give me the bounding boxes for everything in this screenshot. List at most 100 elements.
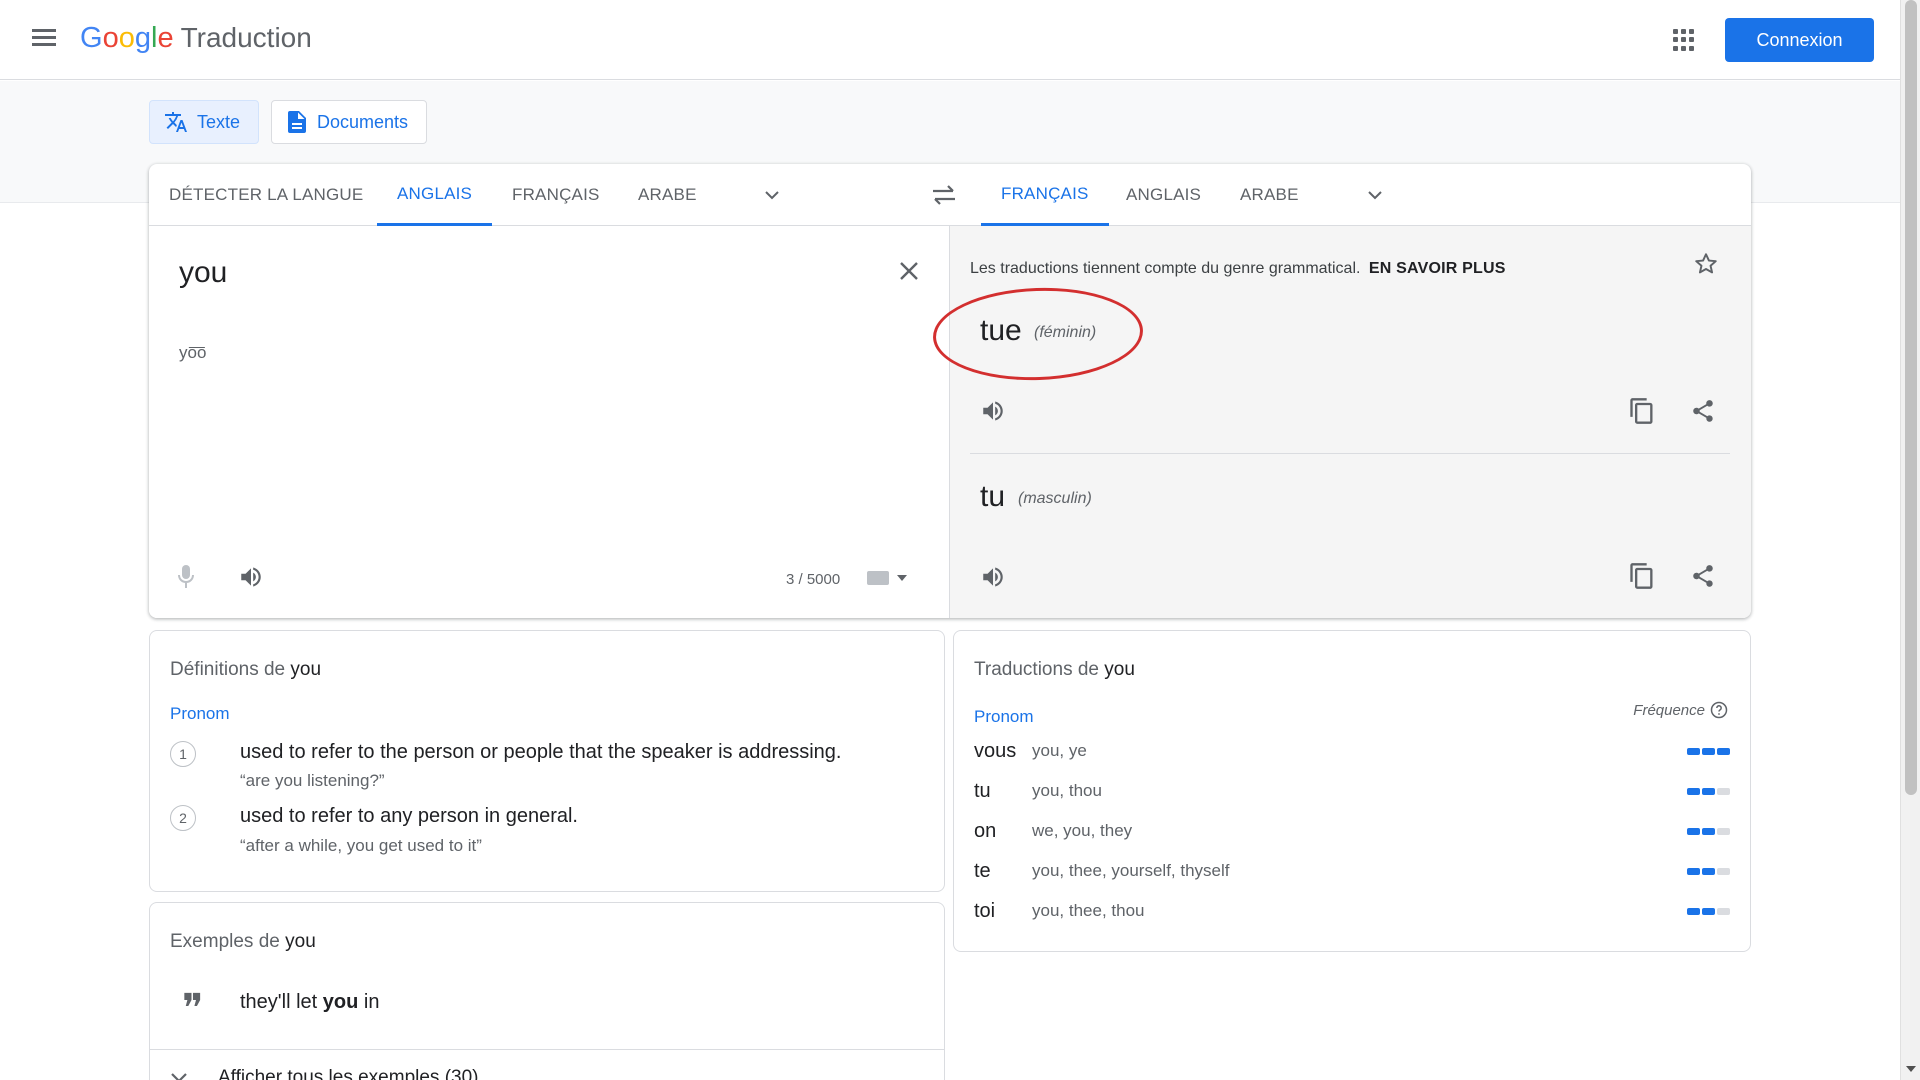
tab-documents-label: Documents xyxy=(317,111,409,132)
translation-row-word[interactable]: vous xyxy=(974,740,1032,763)
translation-divider xyxy=(970,453,1730,454)
google-translate-logo[interactable]: Google Traduction xyxy=(80,22,312,55)
source-lang-english[interactable]: ANGLAIS xyxy=(377,164,493,226)
logo-letter: o xyxy=(102,22,119,54)
scrollbar-thumb[interactable] xyxy=(1905,0,1917,795)
gender-note: Les traductions tiennent compte du genre… xyxy=(970,260,1506,278)
show-all-label: Afficher tous les exemples (30) xyxy=(218,1067,479,1080)
clear-source-icon[interactable] xyxy=(896,258,922,284)
logo-letter: o xyxy=(118,22,135,54)
save-translation-star-icon[interactable] xyxy=(1693,251,1719,277)
translations-pos: Pronom xyxy=(974,707,1034,726)
scroll-down-arrow-icon[interactable] xyxy=(1906,1066,1916,1072)
definition-example: “after a while, you get used to it” xyxy=(240,836,482,855)
target-lang-english[interactable]: ANGLAIS xyxy=(1126,164,1201,226)
microphone-icon[interactable] xyxy=(177,564,195,590)
source-lang-french[interactable]: FRANÇAIS xyxy=(512,164,600,226)
learn-more-link[interactable]: EN SAVOIR PLUS xyxy=(1369,260,1506,277)
definitions-panel: Définitions de you Pronom 1 used to refe… xyxy=(149,630,945,892)
target-more-langs-chevron-icon[interactable] xyxy=(1366,186,1384,204)
examples-title-prefix: Exemples de xyxy=(170,931,280,952)
frequency-segment xyxy=(1717,867,1730,875)
signin-button[interactable]: Connexion xyxy=(1725,18,1874,62)
example-text: they'll let xyxy=(240,991,323,1013)
translation-row-word[interactable]: on xyxy=(974,820,1032,843)
translation-row-back: we, you, they xyxy=(1032,821,1133,840)
definition-number: 1 xyxy=(170,741,196,767)
feminine-speaker-icon[interactable] xyxy=(980,398,1006,424)
definition-text: used to refer to any person in general. xyxy=(240,805,578,827)
masculine-speaker-icon[interactable] xyxy=(980,564,1006,590)
examples-title-word: you xyxy=(285,931,316,952)
translations-panel: Traductions de you Pronom Fréquence vous… xyxy=(953,630,1751,952)
frequency-segment xyxy=(1687,747,1700,755)
source-pane: you yo͞o 3 / 5000 xyxy=(149,226,949,618)
frequency-bar xyxy=(1687,907,1730,915)
logo-letter: G xyxy=(80,22,103,54)
definition-example: “are you listening?” xyxy=(240,771,385,790)
masculine-share-icon[interactable] xyxy=(1690,563,1716,589)
help-icon[interactable] xyxy=(1710,701,1728,719)
hamburger-bar xyxy=(32,36,56,39)
input-tools-button[interactable] xyxy=(867,571,907,585)
frequency-segment xyxy=(1717,747,1730,755)
google-apps-icon[interactable] xyxy=(1672,28,1696,52)
definitions-title-word: you xyxy=(290,659,322,680)
frequency-bar xyxy=(1687,787,1730,795)
character-count: 3 / 5000 xyxy=(786,571,841,588)
translation-row-back: you, thee, thou xyxy=(1032,901,1145,920)
translation-row-word[interactable]: tu xyxy=(974,780,1032,803)
tab-text-mode[interactable]: Texte xyxy=(149,100,260,144)
target-lang-french[interactable]: FRANÇAIS xyxy=(981,164,1109,226)
definitions-title: Définitions de you xyxy=(170,659,321,681)
definitions-pos: Pronom xyxy=(170,704,230,723)
frequency-segment xyxy=(1702,787,1715,795)
gender-note-text: Les traductions tiennent compte du genre… xyxy=(970,260,1361,277)
target-pane: Les traductions tiennent compte du genre… xyxy=(931,226,1751,618)
product-name: Traduction xyxy=(180,22,312,53)
frequency-segment xyxy=(1687,867,1700,875)
source-speaker-icon[interactable] xyxy=(238,564,264,590)
swap-languages-icon[interactable] xyxy=(929,182,959,208)
feminine-copy-icon[interactable] xyxy=(1628,397,1656,425)
frequency-label: Fréquence xyxy=(1633,701,1705,719)
translation-row-word[interactable]: te xyxy=(974,860,1032,883)
feminine-share-icon[interactable] xyxy=(1690,398,1716,424)
frequency-segment xyxy=(1702,827,1715,835)
source-lang-detect[interactable]: DÉTECTER LA LANGUE xyxy=(169,164,363,226)
examples-panel: Exemples de you ❞ they'll let you in Aff… xyxy=(149,902,945,1080)
translation-row-word[interactable]: toi xyxy=(974,900,1032,923)
chevron-down-icon xyxy=(171,1073,187,1080)
translation-feminine-word[interactable]: tue xyxy=(980,314,1022,348)
frequency-bar xyxy=(1687,827,1730,835)
translation-row: tu you, thou xyxy=(974,771,1730,811)
example-text: in xyxy=(358,991,380,1013)
source-text-input[interactable]: you xyxy=(179,256,227,290)
examples-divider xyxy=(150,1049,944,1050)
translation-row: toi you, thee, thou xyxy=(974,891,1730,931)
translation-row: te you, thee, yourself, thyself xyxy=(974,851,1730,891)
examples-title: Exemples de you xyxy=(170,931,316,953)
frequency-segment xyxy=(1702,747,1715,755)
app-header: Google Traduction Connexion xyxy=(0,0,1900,80)
main-menu-button[interactable] xyxy=(28,26,60,54)
keyboard-icon xyxy=(867,571,889,585)
frequency-segment xyxy=(1717,827,1730,835)
translate-icon xyxy=(165,112,187,132)
source-phonetic: yo͞o xyxy=(179,343,207,362)
tab-documents-mode[interactable]: Documents xyxy=(271,100,428,144)
masculine-copy-icon[interactable] xyxy=(1628,562,1656,590)
logo-letter: g xyxy=(134,22,151,54)
translation-masculine-word[interactable]: tu xyxy=(980,480,1005,514)
translation-row-back: you, ye xyxy=(1032,741,1087,760)
definition-number: 2 xyxy=(170,805,196,831)
logo-letter: e xyxy=(157,22,174,54)
source-more-langs-chevron-icon[interactable] xyxy=(763,186,781,204)
source-lang-arabic[interactable]: ARABE xyxy=(638,164,697,226)
show-all-examples-button[interactable]: Afficher tous les exemples (30) xyxy=(170,1067,479,1080)
page-scrollbar[interactable] xyxy=(1900,0,1920,1080)
frequency-segment xyxy=(1717,907,1730,915)
translation-row: vous you, ye xyxy=(974,731,1730,771)
translation-masculine-label: (masculin) xyxy=(1018,490,1092,507)
target-lang-arabic[interactable]: ARABE xyxy=(1240,164,1299,226)
